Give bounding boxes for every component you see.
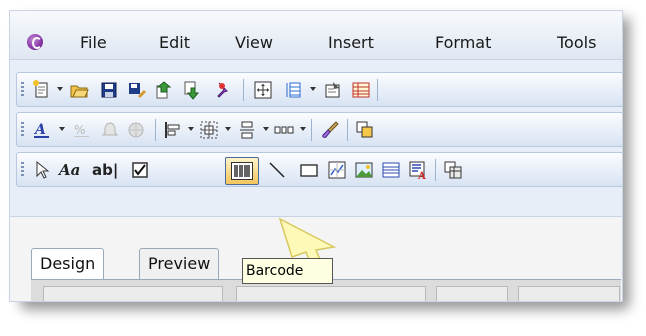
toolbar-separator xyxy=(347,119,348,141)
checkbox-tool-icon[interactable] xyxy=(130,160,150,180)
app-window: File Edit View Insert Format Tools A % A… xyxy=(9,10,623,302)
pointer-icon[interactable] xyxy=(32,160,52,180)
dropdown-arrow-icon[interactable] xyxy=(188,127,194,131)
tab-preview[interactable]: Preview xyxy=(139,248,220,279)
rectangle-tool-icon[interactable] xyxy=(299,160,319,180)
toolbar-separator xyxy=(155,119,156,141)
dropdown-arrow-icon[interactable] xyxy=(300,127,306,131)
barcode-tooltip: Barcode xyxy=(242,258,333,284)
menu-tools[interactable]: Tools xyxy=(557,33,596,52)
image-tool-icon[interactable] xyxy=(354,160,374,180)
formatting-toolbar: A % xyxy=(16,112,622,147)
subreport-tool-icon[interactable] xyxy=(381,160,401,180)
standard-toolbar xyxy=(16,72,622,107)
tab-design[interactable]: Design xyxy=(31,248,105,279)
dropdown-arrow-icon[interactable] xyxy=(225,127,231,131)
text-tool-icon[interactable]: Aa xyxy=(59,161,80,181)
toolbar-separator xyxy=(435,159,436,181)
menu-edit[interactable]: Edit xyxy=(159,33,190,52)
font-color-icon[interactable]: A xyxy=(32,120,52,140)
toolbar-separator xyxy=(243,79,244,101)
textfield-tool-icon[interactable]: ab| xyxy=(92,161,118,181)
line-tool-icon[interactable] xyxy=(267,160,287,180)
svg-text:%: % xyxy=(74,123,85,137)
import-icon[interactable] xyxy=(182,80,202,100)
svg-text:A: A xyxy=(417,171,426,180)
dropdown-arrow-icon[interactable] xyxy=(59,127,65,131)
dropdown-arrow-icon[interactable] xyxy=(263,127,269,131)
toolbar-separator xyxy=(377,79,378,101)
rich-text-tool-icon[interactable]: A xyxy=(408,160,428,180)
dropdown-arrow-icon[interactable] xyxy=(310,87,316,91)
menu-bar: File Edit View Insert Format Tools xyxy=(10,11,622,60)
barcode-button[interactable] xyxy=(225,157,259,185)
menu-view[interactable]: View xyxy=(235,33,273,52)
align-left-icon[interactable] xyxy=(163,120,183,140)
pin-icon[interactable] xyxy=(213,80,233,100)
ruler-segment xyxy=(236,286,426,301)
controls-toolbar: Aa ab| A xyxy=(16,152,622,187)
globe-icon xyxy=(128,122,144,138)
bring-to-front-icon[interactable] xyxy=(355,120,375,140)
menu-file[interactable]: File xyxy=(80,33,107,52)
page-setup-icon[interactable] xyxy=(253,80,273,100)
bell-icon xyxy=(101,122,119,136)
save-icon[interactable] xyxy=(99,80,119,100)
font-size-icon: % xyxy=(74,123,89,137)
toolbar-separator xyxy=(311,119,312,141)
toolbar-grip[interactable] xyxy=(21,122,24,138)
new-report-icon[interactable] xyxy=(32,80,52,100)
ruler-segment xyxy=(518,286,620,301)
save-as-icon[interactable] xyxy=(127,80,147,100)
distribute-vertical-icon[interactable] xyxy=(237,120,257,140)
menu-format[interactable]: Format xyxy=(435,33,491,52)
paint-brush-icon[interactable] xyxy=(320,120,340,140)
chart-tool-icon[interactable] xyxy=(327,160,347,180)
data-grid-icon[interactable] xyxy=(351,80,371,100)
distribute-horizontal-icon[interactable] xyxy=(274,120,294,140)
align-center-icon[interactable] xyxy=(199,120,219,140)
properties-icon[interactable] xyxy=(323,80,343,100)
cross-tab-icon[interactable] xyxy=(443,160,463,180)
ruler-segment xyxy=(436,286,508,301)
band-icon[interactable] xyxy=(285,80,305,100)
app-logo-icon[interactable] xyxy=(27,34,43,50)
svg-text:A: A xyxy=(33,122,46,138)
dropdown-arrow-icon[interactable] xyxy=(57,87,63,91)
open-folder-icon[interactable] xyxy=(69,80,89,100)
menu-insert[interactable]: Insert xyxy=(328,33,374,52)
barcode-icon xyxy=(231,162,253,180)
toolbar-grip[interactable] xyxy=(21,162,24,178)
ruler-segment xyxy=(43,286,223,301)
toolbar-grip[interactable] xyxy=(21,82,24,98)
export-icon[interactable] xyxy=(154,80,174,100)
